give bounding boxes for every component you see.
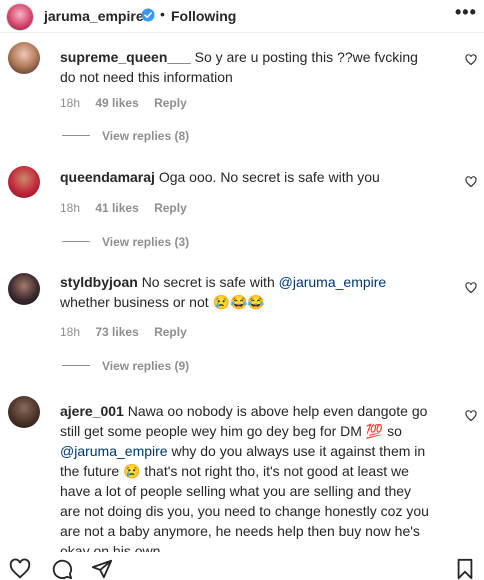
- view-replies-button[interactable]: View replies (3): [102, 235, 189, 249]
- view-replies-button[interactable]: View replies (9): [102, 359, 189, 373]
- mention-link[interactable]: @jaruma_empire: [60, 443, 168, 459]
- following-button[interactable]: Following: [171, 8, 236, 24]
- like-heart-icon[interactable]: [8, 558, 32, 580]
- comment-username[interactable]: styldbyjoan: [60, 274, 138, 290]
- comment-username[interactable]: queendamaraj: [60, 169, 155, 185]
- comment-text: styldbyjoan No secret is safe with @jaru…: [60, 272, 432, 312]
- share-icon[interactable]: [90, 558, 114, 580]
- comment-avatar[interactable]: [8, 396, 40, 428]
- comment-text: ajere_001 Nawa oo nobody is above help e…: [60, 401, 432, 561]
- view-replies-button[interactable]: View replies (8): [102, 129, 189, 143]
- view-replies-line: [62, 241, 90, 242]
- comment-avatar[interactable]: [8, 42, 40, 74]
- comment-meta: 18h 73 likes Reply: [60, 325, 199, 339]
- comment-likes[interactable]: 73 likes: [95, 325, 138, 339]
- heart-icon[interactable]: [465, 410, 477, 422]
- comment-likes[interactable]: 41 likes: [95, 201, 138, 215]
- heart-icon[interactable]: [465, 176, 477, 188]
- comment-time: 18h: [60, 201, 81, 215]
- comment-meta: 18h 49 likes Reply: [60, 96, 199, 110]
- comment-username[interactable]: supreme_queen___: [60, 49, 191, 65]
- heart-icon[interactable]: [465, 282, 477, 294]
- reply-button[interactable]: Reply: [154, 201, 187, 215]
- comment-text: queendamaraj Oga ooo. No secret is safe …: [60, 167, 432, 187]
- comment-meta: 18h 41 likes Reply: [60, 201, 199, 215]
- comment-body: Oga ooo. No secret is safe with you: [158, 169, 380, 185]
- comment-time: 18h: [60, 325, 81, 339]
- comment-avatar[interactable]: [8, 273, 40, 305]
- heart-icon[interactable]: [465, 54, 477, 66]
- comment-body: No secret is safe with: [141, 274, 279, 290]
- view-replies-line: [62, 135, 90, 136]
- verified-badge-icon: [141, 8, 155, 22]
- comment-likes[interactable]: 49 likes: [95, 96, 138, 110]
- action-bar: [0, 552, 484, 580]
- reply-button[interactable]: Reply: [154, 96, 187, 110]
- header-avatar[interactable]: [6, 3, 34, 31]
- more-options-icon[interactable]: •••: [455, 2, 477, 23]
- comment-text: supreme_queen___ So y are u posting this…: [60, 47, 432, 87]
- comment-avatar[interactable]: [8, 166, 40, 198]
- bookmark-icon[interactable]: [455, 558, 475, 580]
- header-separator: •: [160, 6, 165, 22]
- header-username[interactable]: jaruma_empire: [44, 8, 144, 24]
- reply-button[interactable]: Reply: [154, 325, 187, 339]
- comment-body-end: whether business or not 😢😂😂: [60, 294, 265, 310]
- mention-link[interactable]: @jaruma_empire: [279, 274, 387, 290]
- post-header: jaruma_empire • Following •••: [0, 0, 484, 33]
- comment-icon[interactable]: [50, 558, 74, 580]
- comment-time: 18h: [60, 96, 81, 110]
- view-replies-line: [62, 365, 90, 366]
- comment-username[interactable]: ajere_001: [60, 403, 124, 419]
- comment-body-end: why do you always use it against them in…: [60, 443, 429, 559]
